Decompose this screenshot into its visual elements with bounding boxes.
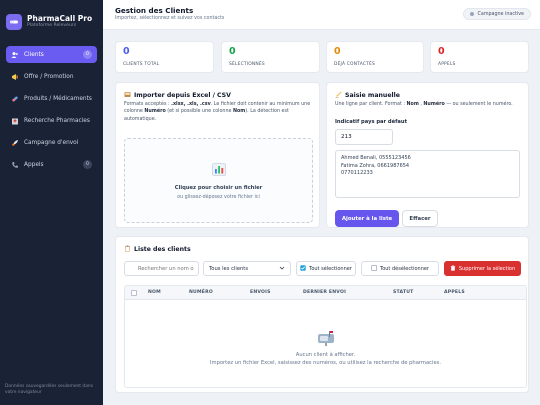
sidebar: PharmaCall Pro Plateforme Releveurs Clie… bbox=[0, 0, 103, 405]
empty-state-subtitle: Importez un fichier Excel, saisissez des… bbox=[210, 360, 441, 366]
country-prefix-label: Indicatif pays par défaut bbox=[335, 119, 408, 125]
stat-value: 0 bbox=[438, 46, 445, 57]
page-subtitle: Importez, sélectionnez et suivez vos con… bbox=[115, 16, 225, 21]
country-prefix-input[interactable] bbox=[335, 129, 393, 145]
sidebar-item-produits[interactable]: Produits / Médicaments bbox=[6, 90, 97, 107]
sidebar-item-label: Recherche Pharmacies bbox=[24, 117, 90, 124]
column-header-appels[interactable]: APPELS bbox=[444, 290, 465, 295]
trash-icon bbox=[450, 264, 456, 273]
stat-card-appels: 0 APPELS bbox=[430, 41, 529, 73]
stat-label: SÉLECTIONNÉS bbox=[229, 62, 265, 67]
import-excel-card: Importer depuis Excel / CSV Formats acce… bbox=[115, 82, 320, 228]
dropzone-title: Cliquez pour choisir un fichier bbox=[174, 185, 263, 191]
clients-count-badge: 0 bbox=[83, 50, 92, 59]
sidebar-item-label: Offre / Promotion bbox=[24, 73, 74, 80]
top-bar: Gestion des Clients Importez, sélectionn… bbox=[103, 0, 540, 30]
stat-value: 0 bbox=[229, 46, 236, 57]
clipboard-icon bbox=[124, 245, 131, 254]
add-to-list-button[interactable]: Ajouter à la liste bbox=[335, 210, 399, 227]
delete-selection-button[interactable]: Supprimer la sélection bbox=[444, 261, 521, 276]
sidebar-item-campagne[interactable]: Campagne d'envoi bbox=[6, 134, 97, 151]
stat-card-clients-total: 0 CLIENTS TOTAL bbox=[115, 41, 214, 73]
dropzone-subtitle: ou glissez-déposez votre fichier ici bbox=[177, 195, 260, 200]
filter-selected-value: Tous les clients bbox=[209, 265, 249, 272]
stat-card-deja-contactes: 0 DÉJÀ CONTACTÉS bbox=[326, 41, 424, 73]
clients-list-card: Liste des clients Tous les clients Tout … bbox=[115, 236, 529, 393]
clients-list-title: Liste des clients bbox=[124, 245, 191, 254]
select-all-button[interactable]: Tout sélectionner bbox=[296, 261, 356, 276]
column-header-envois[interactable]: ENVOIS bbox=[250, 290, 271, 295]
import-card-title: Importer depuis Excel / CSV bbox=[124, 91, 231, 100]
page-title: Gestion des Clients bbox=[115, 6, 194, 15]
users-icon bbox=[11, 51, 19, 59]
deselect-all-button[interactable]: Tout désélectionner bbox=[361, 261, 439, 276]
manual-entry-card: Saisie manuelle Une ligne par client. Fo… bbox=[326, 82, 529, 228]
stat-label: DÉJÀ CONTACTÉS bbox=[334, 62, 375, 67]
stat-label: CLIENTS TOTAL bbox=[123, 62, 160, 67]
chevron-down-icon bbox=[279, 265, 285, 273]
clear-button[interactable]: Effacer bbox=[402, 210, 438, 227]
column-header-dernier-envoi[interactable]: DERNIER ENVOI bbox=[303, 290, 346, 295]
pill-icon bbox=[11, 95, 19, 103]
empty-state-title: Aucun client à afficher. bbox=[295, 352, 356, 358]
stat-card-selectionnes: 0 SÉLECTIONNÉS bbox=[221, 41, 320, 73]
sidebar-item-pharmacies[interactable]: Recherche Pharmacies bbox=[6, 112, 97, 129]
writing-hand-icon bbox=[335, 91, 342, 100]
bar-chart-icon bbox=[212, 161, 226, 176]
manual-help-text: Une ligne par client. Format : Nom , Num… bbox=[335, 102, 513, 107]
inbox-icon bbox=[124, 91, 131, 100]
sidebar-item-label: Campagne d'envoi bbox=[24, 139, 79, 146]
stat-label: APPELS bbox=[438, 62, 456, 67]
sidebar-item-clients[interactable]: Clients 0 bbox=[6, 46, 97, 63]
status-dot-icon bbox=[469, 12, 474, 16]
pharmacy-building-icon bbox=[11, 117, 19, 125]
client-search-input[interactable] bbox=[124, 261, 199, 276]
client-filter-select[interactable]: Tous les clients bbox=[203, 261, 291, 276]
stat-value: 0 bbox=[334, 46, 341, 57]
sidebar-item-label: Appels bbox=[24, 161, 44, 168]
import-help-text: Formats acceptés : .xlsx, .xls, .csv. Le… bbox=[124, 102, 311, 122]
brand: PharmaCall Pro Plateforme Releveurs bbox=[0, 0, 103, 34]
sidebar-footer-note: Données sauvegardées seulement dans votr… bbox=[5, 384, 93, 395]
select-all-checkbox[interactable] bbox=[131, 290, 137, 296]
campaign-status-text: Campagne inactive bbox=[477, 11, 524, 17]
checkbox-empty-icon bbox=[371, 264, 377, 273]
manual-card-title: Saisie manuelle bbox=[335, 91, 400, 100]
clients-table: NOM NUMÉRO ENVOIS DERNIER ENVOI STATUT A… bbox=[124, 285, 527, 388]
sidebar-item-label: Clients bbox=[24, 51, 44, 58]
checkbox-checked-icon bbox=[300, 264, 306, 273]
column-header-statut[interactable]: STATUT bbox=[393, 290, 413, 295]
file-dropzone[interactable]: Cliquez pour choisir un fichier ou gliss… bbox=[124, 138, 313, 223]
table-header: NOM NUMÉRO ENVOIS DERNIER ENVOI STATUT A… bbox=[125, 286, 526, 300]
megaphone-icon bbox=[11, 73, 19, 81]
pill-logo-icon bbox=[6, 13, 22, 30]
phone-icon bbox=[11, 161, 19, 169]
brand-subtitle: Plateforme Releveurs bbox=[27, 23, 77, 28]
campaign-status-badge: Campagne inactive bbox=[462, 8, 531, 20]
empty-mailbox-icon bbox=[317, 330, 335, 346]
column-header-nom[interactable]: NOM bbox=[148, 290, 161, 295]
column-header-numero[interactable]: NUMÉRO bbox=[189, 290, 213, 295]
sidebar-nav: Clients 0 Offre / Promotion Produits / M… bbox=[0, 46, 103, 173]
stat-value: 0 bbox=[123, 46, 130, 57]
sidebar-item-offre[interactable]: Offre / Promotion bbox=[6, 68, 97, 85]
manual-numbers-textarea[interactable]: Ahmed Benali, 0555123456 Fatima Zohra, 0… bbox=[335, 150, 520, 198]
appels-count-badge: 0 bbox=[83, 160, 92, 169]
brand-name: PharmaCall Pro bbox=[27, 14, 93, 23]
sidebar-item-label: Produits / Médicaments bbox=[24, 95, 92, 102]
rocket-icon bbox=[11, 139, 19, 147]
sidebar-item-appels[interactable]: Appels 0 bbox=[6, 156, 97, 173]
